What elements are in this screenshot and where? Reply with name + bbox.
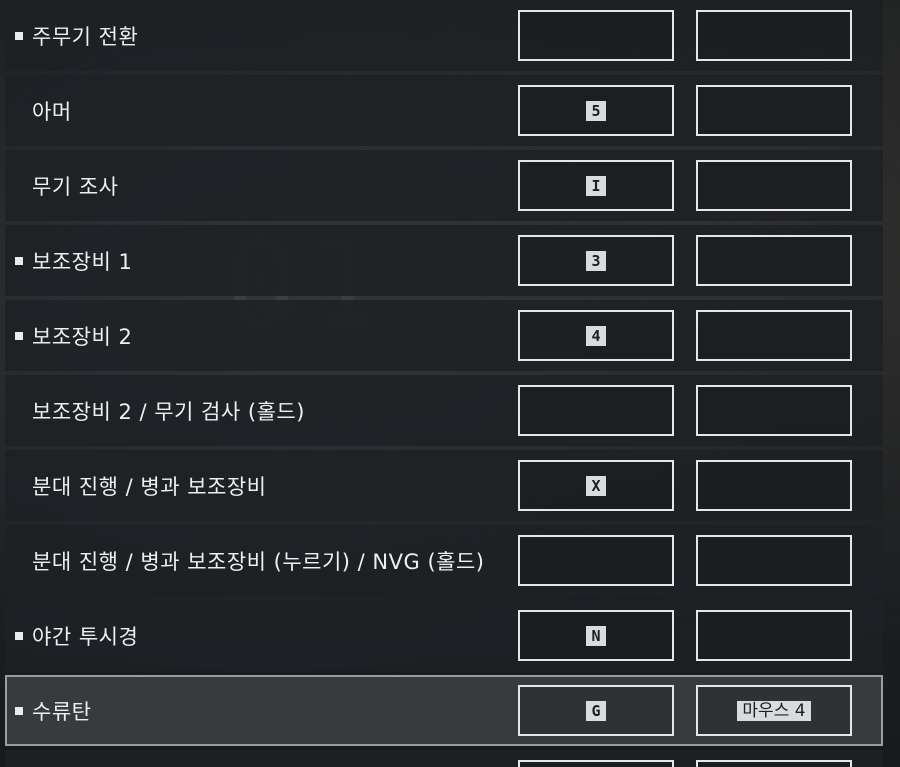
key-cap: 4	[586, 325, 606, 346]
keybind-row-gadget-2-inspect-hold[interactable]: 보조장비 2 / 무기 검사 (홀드)	[5, 375, 883, 446]
secondary-key-slot[interactable]	[696, 760, 852, 767]
key-cap: 3	[586, 250, 606, 271]
secondary-key-slot[interactable]	[696, 535, 852, 586]
keybind-label: 무기 조사	[32, 174, 119, 199]
keybind-label: 주무기 전환	[32, 24, 139, 49]
keybind-row-gadget-2[interactable]: 보조장비 2 4	[5, 300, 883, 371]
secondary-key-slot[interactable]	[696, 160, 852, 211]
primary-key-slot[interactable]	[518, 10, 674, 61]
keybind-row-armor[interactable]: 아머 5	[5, 75, 883, 146]
row-marker-icon	[15, 31, 23, 40]
secondary-key-slot[interactable]	[696, 460, 852, 511]
keybind-label: 아머	[32, 99, 72, 124]
key-cap: G	[586, 700, 606, 721]
keybind-row-gadget-1[interactable]: 보조장비 1 3	[5, 225, 883, 296]
keybind-label: 분대 진행 / 병과 보조장비 (누르기) / NVG (홀드)	[32, 549, 485, 574]
key-cap: X	[586, 475, 606, 496]
row-marker-icon	[15, 631, 23, 640]
key-cap: 5	[586, 100, 606, 121]
primary-key-slot[interactable]	[518, 760, 674, 767]
key-cap: I	[586, 175, 606, 196]
primary-key-slot[interactable]: 5	[518, 85, 674, 136]
keybind-row-night-vision[interactable]: 야간 투시경 N	[5, 600, 883, 671]
key-cap: 마우스 4	[737, 700, 811, 721]
keybind-label: 수류탄	[32, 699, 92, 724]
keybind-label: 야간 투시경	[32, 624, 139, 649]
secondary-key-slot[interactable]	[696, 10, 852, 61]
secondary-key-slot[interactable]: 마우스 4	[696, 685, 852, 736]
keybind-row-next[interactable]	[5, 750, 883, 767]
keybind-row-weapon-inspect[interactable]: 무기 조사 I	[5, 150, 883, 221]
primary-key-slot[interactable]	[518, 385, 674, 436]
secondary-key-slot[interactable]	[696, 610, 852, 661]
secondary-key-slot[interactable]	[696, 235, 852, 286]
secondary-key-slot[interactable]	[696, 85, 852, 136]
keybind-label: 보조장비 1	[32, 249, 133, 274]
secondary-key-slot[interactable]	[696, 310, 852, 361]
primary-key-slot[interactable]: G	[518, 685, 674, 736]
row-marker-icon	[15, 331, 23, 340]
primary-key-slot[interactable]: 3	[518, 235, 674, 286]
keybind-row-squad-progress-nvg[interactable]: 분대 진행 / 병과 보조장비 (누르기) / NVG (홀드)	[5, 525, 883, 596]
keybind-row-grenade[interactable]: 수류탄 G 마우스 4	[5, 675, 883, 746]
keybind-label: 보조장비 2 / 무기 검사 (홀드)	[32, 399, 305, 424]
keybind-row-primary-weapon-switch[interactable]: 주무기 전환	[5, 0, 883, 71]
keybind-label: 보조장비 2	[32, 324, 133, 349]
keybind-row-squad-progress[interactable]: 분대 진행 / 병과 보조장비 X	[5, 450, 883, 521]
primary-key-slot[interactable]: I	[518, 160, 674, 211]
primary-key-slot[interactable]: X	[518, 460, 674, 511]
row-marker-icon	[15, 706, 23, 715]
key-cap: N	[586, 625, 606, 646]
primary-key-slot[interactable]	[518, 535, 674, 586]
secondary-key-slot[interactable]	[696, 385, 852, 436]
primary-key-slot[interactable]: 4	[518, 310, 674, 361]
keybind-list: 주무기 전환 아머 5 무기 조사 I 보조장비 1 3 보조장비 2 4 보조…	[5, 0, 883, 767]
primary-key-slot[interactable]: N	[518, 610, 674, 661]
keybind-label: 분대 진행 / 병과 보조장비	[32, 474, 267, 499]
row-marker-icon	[15, 256, 23, 265]
